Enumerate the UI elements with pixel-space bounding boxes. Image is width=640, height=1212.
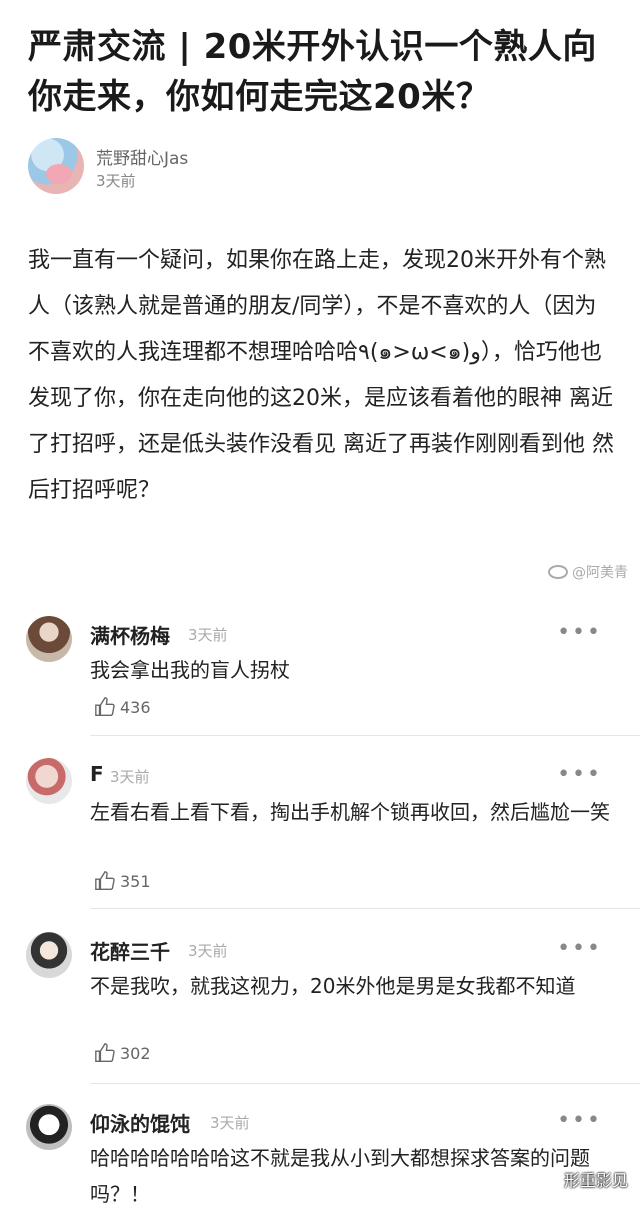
more-dots-icon[interactable]: ••• (557, 762, 602, 787)
commenter-name[interactable]: F (90, 762, 104, 786)
like-button[interactable]: 302 (94, 1042, 151, 1064)
comment-divider (90, 1083, 640, 1084)
comment-text: 我会拿出我的盲人拐杖 (90, 658, 290, 682)
post-body: 我一直有一个疑问，如果你在路上走，发现20米开外有个熟人（该熟人就是普通的朋友/… (28, 248, 614, 503)
post-title: 严肃交流 | 20米开外认识一个熟人向你走来，你如何走完这20米？ (28, 27, 597, 117)
author-name[interactable]: 荒野甜心Jas (96, 144, 188, 169)
more-dots-icon[interactable]: ••• (557, 620, 602, 645)
comment-time: 3天前 (110, 768, 150, 786)
thumbs-up-icon (95, 1043, 115, 1062)
thumbs-up-icon (95, 871, 115, 890)
post-time: 3天前 (96, 172, 136, 190)
comment-time: 3天前 (188, 626, 228, 644)
avatar-figure (46, 164, 72, 184)
comment-text: 哈哈哈哈哈哈哈这不就是我从小到大都想探求答案的问题吗？！ (90, 1146, 590, 1206)
corner-watermark: 形重影见 (563, 1171, 628, 1190)
commenter-name[interactable]: 仰泳的馄饨 (90, 1108, 190, 1137)
commenter-name[interactable]: 花醉三千 (90, 936, 170, 965)
more-dots-icon[interactable]: ••• (557, 936, 602, 961)
comment-text: 左看右看上看下看，掏出手机解个锁再收回，然后尴尬一笑 (90, 800, 610, 824)
watermark-text: @阿美青 (572, 565, 628, 581)
comment-time: 3天前 (188, 942, 228, 960)
comment-divider (90, 735, 640, 736)
commenter-avatar[interactable] (26, 758, 72, 804)
like-count: 436 (120, 697, 151, 717)
thumbs-up-icon (95, 697, 115, 716)
like-count: 302 (120, 1043, 151, 1063)
like-count: 351 (120, 871, 151, 891)
commenter-avatar[interactable] (26, 1104, 72, 1150)
commenter-avatar[interactable] (26, 616, 72, 662)
like-button[interactable]: 436 (94, 696, 151, 718)
more-dots-icon[interactable]: ••• (557, 1108, 602, 1133)
comment-time: 3天前 (210, 1114, 250, 1132)
author-block[interactable]: 荒野甜心Jas 3天前 (28, 138, 588, 194)
author-avatar[interactable] (28, 138, 84, 194)
like-button[interactable]: 351 (94, 870, 151, 892)
commenter-avatar[interactable] (26, 932, 72, 978)
commenter-name[interactable]: 满杯杨梅 (90, 620, 170, 649)
comment-divider (90, 908, 640, 909)
weibo-watermark: @阿美青 (548, 562, 628, 582)
weibo-icon (548, 565, 568, 579)
comment-text: 不是我吹，就我这视力，20米外他是男是女我都不知道 (90, 974, 576, 998)
